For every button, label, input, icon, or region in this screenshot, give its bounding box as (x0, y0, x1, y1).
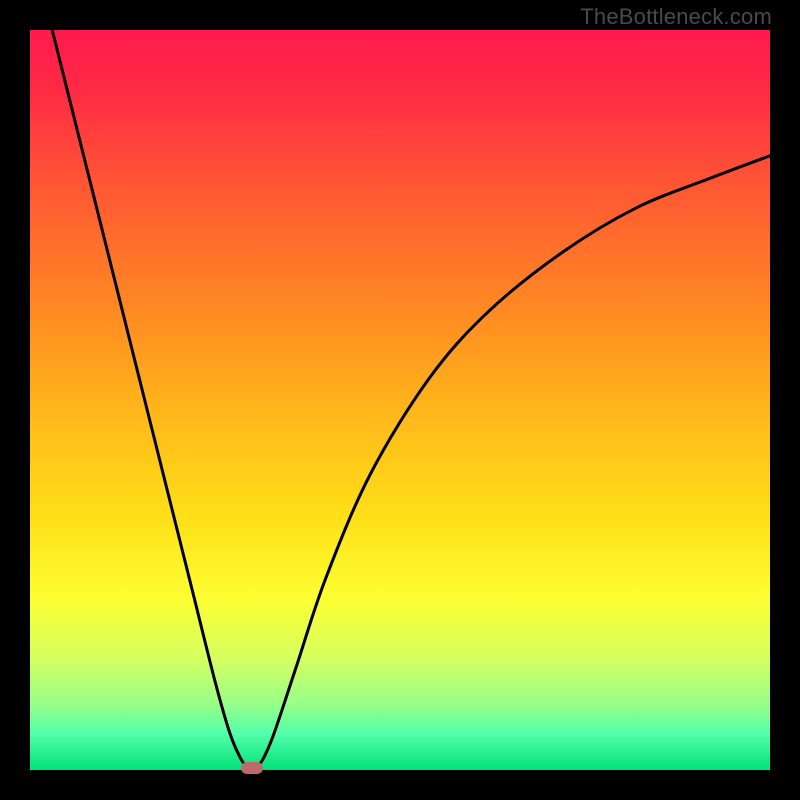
curve-left-branch (52, 30, 252, 770)
watermark-text: TheBottleneck.com (580, 4, 772, 30)
curve-layer (30, 30, 770, 770)
minimum-marker (241, 762, 263, 774)
curve-right-branch (252, 156, 770, 770)
chart-frame: TheBottleneck.com (0, 0, 800, 800)
plot-area (30, 30, 770, 770)
